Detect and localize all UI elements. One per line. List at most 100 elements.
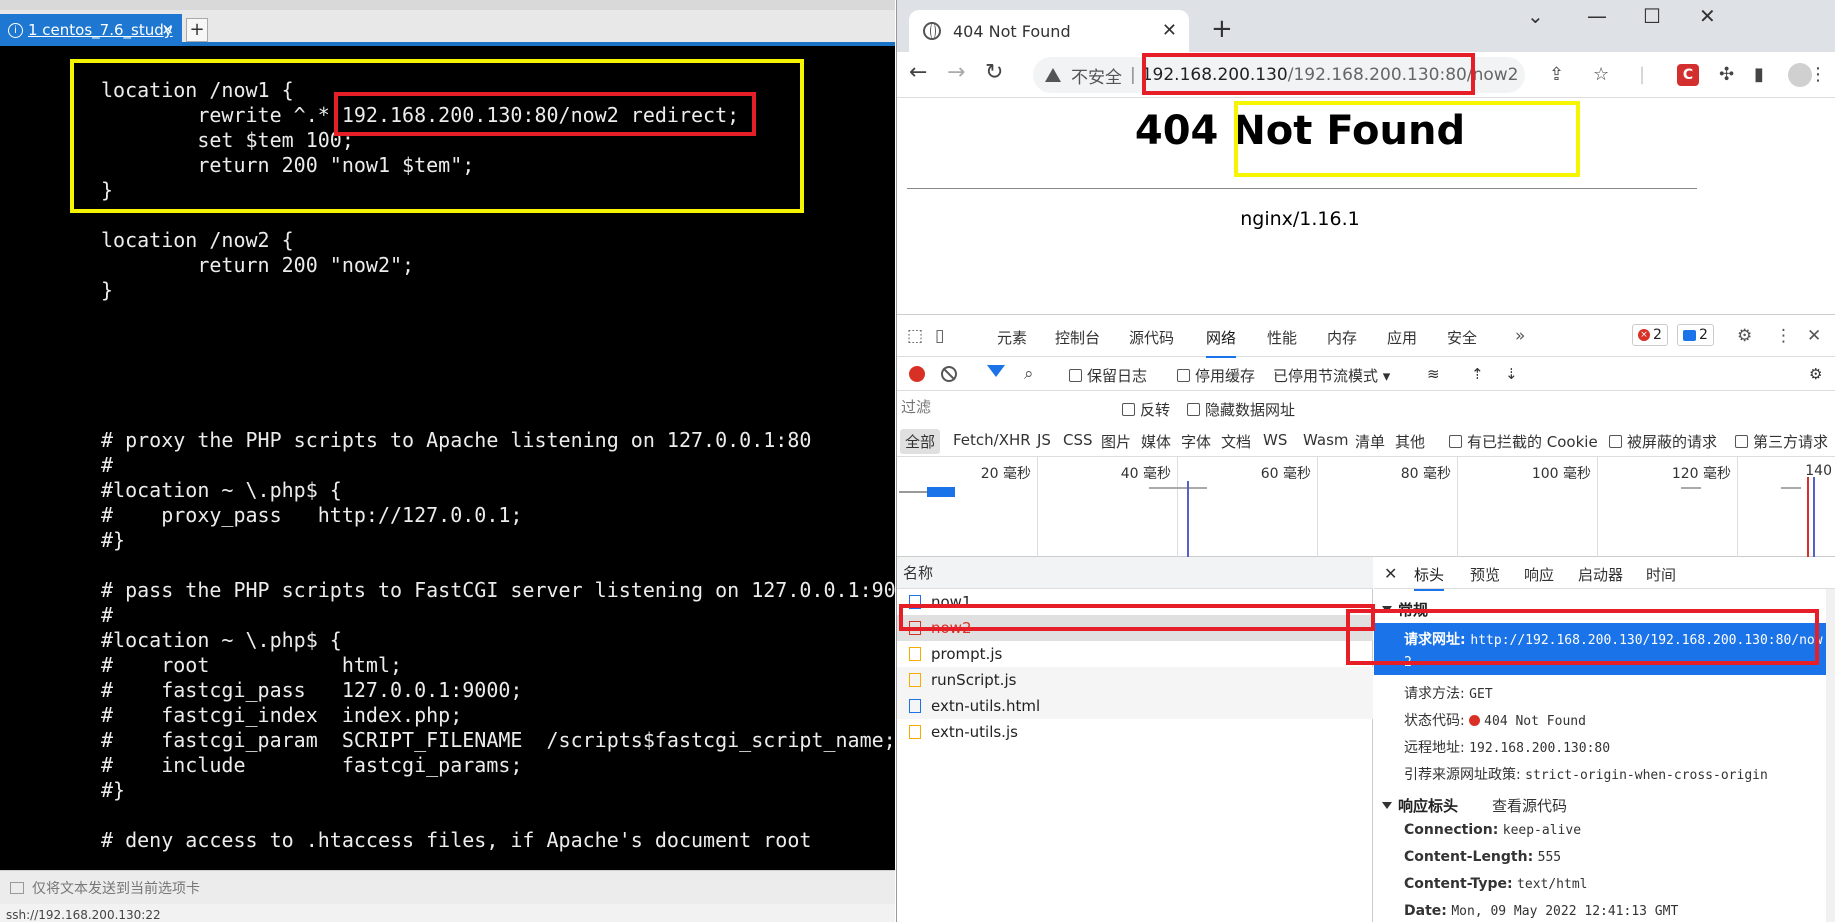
grid-line <box>1457 457 1458 557</box>
terminal-line: # pass the PHP scripts to FastCGI server… <box>101 578 895 602</box>
terminal-line: # fastcgi_pass 127.0.0.1:9000; <box>101 678 523 702</box>
more-tabs-icon[interactable]: » <box>1515 326 1525 346</box>
page-divider <box>907 188 1697 189</box>
filter-funnel-icon[interactable] <box>987 365 1005 377</box>
import-har-icon[interactable]: ⇡ <box>1471 365 1484 383</box>
devtools-tab-elements[interactable]: 元素 <box>997 327 1027 348</box>
invert-checkbox[interactable]: 反转 <box>1122 399 1170 420</box>
export-har-icon[interactable]: ⇣ <box>1505 365 1518 383</box>
filter-input[interactable] <box>901 395 1107 419</box>
blocked-requests-checkbox[interactable]: 被屏蔽的请求 <box>1609 431 1717 452</box>
devtools-menu-icon[interactable]: ⋮ <box>1775 326 1792 346</box>
disable-cache-checkbox[interactable]: 停用缓存 <box>1177 365 1255 386</box>
type-filter-css[interactable]: CSS <box>1063 431 1093 449</box>
request-row[interactable]: runScript.js <box>897 667 1373 693</box>
type-filter-js[interactable]: JS <box>1037 431 1051 449</box>
request-row[interactable]: prompt.js <box>897 641 1373 667</box>
side-panel-icon[interactable]: ▮ <box>1754 64 1764 85</box>
close-tab-icon[interactable]: ✕ <box>1162 20 1177 41</box>
extension-icon[interactable]: C <box>1677 64 1699 86</box>
new-tab-button[interactable]: + <box>186 18 208 42</box>
status-code-key: 状态代码: <box>1404 713 1465 729</box>
request-row[interactable]: extn-utils.js <box>897 719 1373 745</box>
throttle-select[interactable]: 已停用节流模式 ▾ <box>1273 365 1390 386</box>
preserve-log-checkbox[interactable]: 保留日志 <box>1069 365 1147 386</box>
request-name: extn-utils.js <box>931 723 1018 741</box>
devtools-tab-console[interactable]: 控制台 <box>1055 327 1100 348</box>
message-badge[interactable]: 2 <box>1677 324 1714 346</box>
terminal-line: location /now2 { <box>101 228 294 252</box>
hide-data-urls-checkbox[interactable]: 隐藏数据网址 <box>1187 399 1295 420</box>
type-filter-all[interactable]: 全部 <box>900 429 941 454</box>
window-close-icon[interactable]: ✕ <box>1699 4 1716 28</box>
type-filter-ws[interactable]: WS <box>1263 431 1287 449</box>
devtools-tab-network[interactable]: 网络 <box>1206 327 1237 358</box>
inspect-element-icon[interactable]: ⬚ <box>907 326 923 346</box>
type-filter-wasm[interactable]: Wasm <box>1303 431 1349 449</box>
minimize-icon[interactable]: — <box>1587 4 1607 28</box>
share-icon[interactable]: ⇪ <box>1549 64 1564 85</box>
response-headers-section-header[interactable]: 响应标头 <box>1382 795 1458 816</box>
timeline-label: 40 毫秒 <box>1120 466 1171 482</box>
devtools-tab-security[interactable]: 安全 <box>1447 327 1477 348</box>
error-badge[interactable]: × 2 <box>1632 324 1668 346</box>
forward-arrow-icon[interactable]: → <box>947 60 965 85</box>
name-column-header[interactable]: 名称 <box>897 557 1373 589</box>
type-filter-manifest[interactable]: 清单 <box>1355 431 1385 452</box>
terminal-session-tab[interactable]: i 1 centos_7.6_study × <box>0 14 182 46</box>
close-devtools-icon[interactable]: ✕ <box>1807 326 1821 346</box>
settings-gear-icon[interactable]: ⚙ <box>1737 326 1752 346</box>
new-tab-plus-icon[interactable]: + <box>1211 14 1233 44</box>
blocked-cookies-checkbox[interactable]: 有已拦截的 Cookie <box>1449 431 1598 452</box>
devtools-tab-sources[interactable]: 源代码 <box>1129 327 1174 348</box>
devtools-tab-memory[interactable]: 内存 <box>1327 327 1357 348</box>
detail-tab-preview[interactable]: 预览 <box>1470 564 1500 585</box>
type-filter-other[interactable]: 其他 <box>1395 431 1425 452</box>
kebab-menu-icon[interactable]: ⋮ <box>1809 64 1827 85</box>
send-bar-label: 仅将文本发送到当前选项卡 <box>32 880 200 897</box>
detail-scrollbar[interactable] <box>1826 589 1835 922</box>
script-icon <box>909 647 921 661</box>
terminal-line: return 200 "now2"; <box>101 253 415 277</box>
type-filter-fetch-xhr[interactable]: Fetch/XHR <box>953 431 1031 449</box>
third-party-checkbox[interactable]: 第三方请求 <box>1735 431 1828 452</box>
send-to-tab-bar[interactable]: 仅将文本发送到当前选项卡 <box>0 870 895 904</box>
checkbox <box>1187 403 1200 416</box>
bookmark-star-icon[interactable]: ☆ <box>1593 64 1609 85</box>
search-icon[interactable]: ⌕ <box>1024 364 1034 384</box>
network-settings-icon[interactable]: ⚙ <box>1809 365 1822 383</box>
reload-icon[interactable]: ↻ <box>985 60 1003 85</box>
type-filter-font[interactable]: 字体 <box>1181 431 1211 452</box>
detail-tab-headers[interactable]: 标头 <box>1414 564 1445 591</box>
network-conditions-icon[interactable]: ≋ <box>1427 365 1440 383</box>
timeline-label: 60 毫秒 <box>1260 466 1311 482</box>
network-toolbar: ⌕ 保留日志 停用缓存 已停用节流模式 ▾ ≋ ⇡ ⇣ ⚙ <box>897 357 1835 391</box>
network-overview-timeline[interactable]: 20 毫秒 40 毫秒 60 毫秒 80 毫秒 100 毫秒 120 毫秒 14… <box>897 457 1835 557</box>
detail-tab-response[interactable]: 响应 <box>1524 564 1554 585</box>
type-filter-doc[interactable]: 文档 <box>1221 431 1251 452</box>
record-icon[interactable] <box>909 366 925 382</box>
referrer-policy-row: 引荐来源网址政策: strict-origin-when-cross-origi… <box>1404 764 1768 784</box>
detail-tab-initiator[interactable]: 启动器 <box>1578 564 1623 585</box>
tab-search-chevron-icon[interactable]: ⌄ <box>1527 4 1544 28</box>
request-row[interactable]: extn-utils.html <box>897 693 1373 719</box>
terminal-window: i 1 centos_7.6_study × + location /now1 … <box>0 0 895 922</box>
referrer-policy-value: strict-origin-when-cross-origin <box>1525 768 1768 783</box>
device-toolbar-icon[interactable]: ▯ <box>935 326 944 346</box>
devtools-tab-application[interactable]: 应用 <box>1387 327 1417 348</box>
puzzle-extensions-icon[interactable]: ✣ <box>1719 64 1734 85</box>
back-arrow-icon[interactable]: ← <box>909 60 927 85</box>
maximize-icon[interactable]: ☐ <box>1643 4 1661 28</box>
remote-address-value: 192.168.200.130:80 <box>1469 741 1611 756</box>
close-icon[interactable]: × <box>161 20 174 38</box>
timeline-bar <box>1781 487 1801 489</box>
view-source-link[interactable]: 查看源代码 <box>1492 795 1567 816</box>
devtools-tab-performance[interactable]: 性能 <box>1267 327 1297 348</box>
close-detail-icon[interactable]: ✕ <box>1384 564 1397 583</box>
status-code-row: 状态代码: 404 Not Found <box>1404 710 1586 730</box>
browser-tab[interactable]: 404 Not Found ✕ <box>909 10 1189 52</box>
detail-tab-timing[interactable]: 时间 <box>1646 564 1676 585</box>
type-filter-media[interactable]: 媒体 <box>1141 431 1171 452</box>
type-filter-img[interactable]: 图片 <box>1101 431 1131 452</box>
clear-icon[interactable] <box>941 366 957 382</box>
